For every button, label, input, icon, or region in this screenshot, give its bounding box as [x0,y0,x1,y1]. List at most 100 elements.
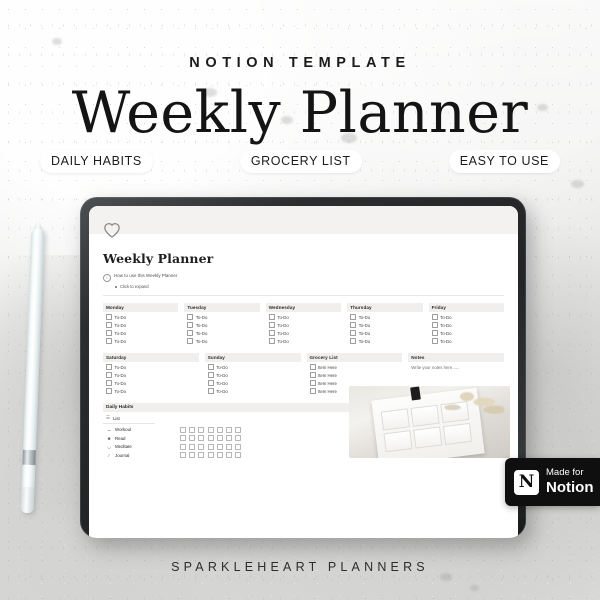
habit-checkbox[interactable] [207,426,214,433]
habit-checkbox[interactable] [216,443,223,450]
checkbox[interactable] [431,322,438,328]
habit-checkbox[interactable] [180,452,186,459]
todo-row[interactable]: To-Do [347,328,422,336]
checkbox[interactable] [106,388,112,394]
todo-row[interactable]: To-Do [205,370,301,378]
todo-row[interactable]: To-Do [429,312,504,320]
checkbox[interactable] [207,372,214,378]
checkbox[interactable] [309,372,316,378]
notes-placeholder[interactable]: Write your notes here...... [408,362,504,370]
info-icon: i [103,274,111,282]
checkbox[interactable] [268,314,275,320]
habit-checkbox[interactable] [216,452,223,459]
checkbox[interactable] [187,314,194,320]
habit-checkbox[interactable] [225,443,232,450]
checkbox[interactable] [106,380,112,386]
todo-row[interactable]: To-Do [266,312,341,320]
checkbox[interactable] [431,338,438,344]
todo-row[interactable]: To-Do [205,362,301,370]
todo-row[interactable]: To-Do [266,320,341,328]
habit-checkbox[interactable] [207,443,214,450]
todo-row[interactable]: To-Do [103,312,178,320]
habits-view-tab-list[interactable]: ☰ List [103,412,155,424]
checkbox[interactable] [309,388,316,394]
todo-row[interactable]: To-Do [429,320,504,328]
checkbox[interactable] [207,380,214,386]
tablet-screen[interactable]: Weekly Planner i How to use this Weekly … [89,206,518,538]
todo-row[interactable]: To-Do [347,320,422,328]
checkbox[interactable] [106,372,112,378]
habit-checkbox[interactable] [207,452,214,459]
grocery-row[interactable]: Item Here [307,362,403,370]
todo-row[interactable]: To-Do [184,312,259,320]
habit-checkbox[interactable] [207,435,214,442]
habit-checkbox[interactable] [180,426,186,433]
checkbox[interactable] [268,330,275,336]
habit-checkbox[interactable] [189,443,196,450]
habit-checkbox[interactable] [198,452,205,459]
habit-checkbox[interactable] [235,443,242,450]
checkbox[interactable] [350,322,357,328]
checkbox[interactable] [207,388,214,394]
todo-row[interactable]: To-Do [184,328,259,336]
habit-checkbox[interactable] [216,426,223,433]
habit-checkbox[interactable] [235,452,242,459]
todo-row[interactable]: To-Do [347,312,422,320]
checkbox[interactable] [106,338,112,344]
habit-checkbox[interactable] [189,426,196,433]
checkbox[interactable] [106,364,112,370]
habit-checkbox[interactable] [225,452,232,459]
habit-checkbox[interactable] [180,435,186,442]
checkbox[interactable] [207,364,214,370]
habit-name: Journal [115,452,130,458]
grocery-row[interactable]: Item Here [307,378,403,386]
todo-row[interactable]: To-Do [103,320,178,328]
checkbox[interactable] [187,338,194,344]
habit-checkbox[interactable] [189,435,196,442]
checkbox[interactable] [309,364,316,370]
habit-checkbox[interactable] [189,452,196,459]
todo-row[interactable]: To-Do [103,328,178,336]
habit-checkbox[interactable] [198,426,205,433]
habit-checkbox[interactable] [180,443,186,450]
checkbox[interactable] [350,330,357,336]
todo-row[interactable]: To-Do [184,320,259,328]
habit-checkbox[interactable] [235,426,242,433]
checkbox[interactable] [187,322,194,328]
checkbox[interactable] [309,380,316,386]
grocery-row[interactable]: Item Here [307,370,403,378]
checkbox[interactable] [106,330,112,336]
todo-row[interactable]: To-Do [205,378,301,386]
todo-row[interactable]: To-Do [184,336,259,344]
todo-row[interactable]: To-Do [103,370,199,378]
habit-checkbox[interactable] [198,435,205,442]
todo-row[interactable]: To-Do [429,336,504,344]
todo-row[interactable]: To-Do [103,336,178,344]
checkbox[interactable] [268,338,275,344]
habit-checkbox[interactable] [216,435,223,442]
checkbox[interactable] [350,314,357,320]
habit-checkbox[interactable] [198,443,205,450]
checkbox[interactable] [106,322,112,328]
checkbox[interactable] [431,330,438,336]
grocery-label: Item Here [318,364,337,370]
todo-row[interactable]: To-Do [429,328,504,336]
habit-checkbox[interactable] [235,435,242,442]
todo-row[interactable]: To-Do [205,386,301,394]
callout-how-to-use[interactable]: i How to use this Weekly Planner [103,273,506,282]
todo-row[interactable]: To-Do [266,336,341,344]
todo-row[interactable]: To-Do [103,386,199,394]
todo-row[interactable]: To-Do [347,336,422,344]
checkbox[interactable] [431,314,438,320]
checkbox[interactable] [268,322,275,328]
kicker-text: NOTION TEMPLATE [189,55,411,71]
todo-row[interactable]: To-Do [266,328,341,336]
checkbox[interactable] [106,314,112,320]
checkbox[interactable] [187,330,194,336]
habit-checkbox[interactable] [225,435,232,442]
todo-row[interactable]: To-Do [103,362,199,370]
callout-subitem[interactable]: Click to expand [115,284,506,289]
checkbox[interactable] [350,338,357,344]
habit-checkbox[interactable] [225,426,232,433]
todo-row[interactable]: To-Do [103,378,199,386]
